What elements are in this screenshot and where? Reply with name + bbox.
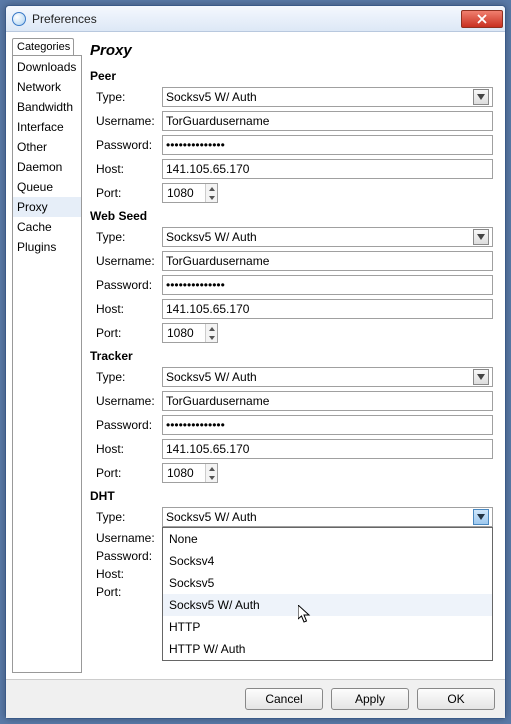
dialog-footer: Cancel Apply OK (6, 679, 505, 718)
sidebar-item-proxy[interactable]: Proxy (13, 197, 81, 217)
peer-type-value: Socksv5 W/ Auth (166, 90, 257, 104)
spin-down-icon[interactable] (206, 333, 217, 342)
ok-button[interactable]: OK (417, 688, 495, 710)
spin-down-icon[interactable] (206, 193, 217, 202)
dht-type-select[interactable]: Socksv5 W/ Auth None Socksv4 Socksv5 Soc… (162, 507, 493, 527)
webseed-port-value[interactable] (163, 324, 205, 342)
chevron-down-icon (473, 229, 489, 245)
dht-option-socksv5[interactable]: Socksv5 (163, 572, 492, 594)
sidebar: Categories Downloads Network Bandwidth I… (12, 38, 82, 673)
peer-port-value[interactable] (163, 184, 205, 202)
form-peer: Type: Socksv5 W/ Auth Username: Password… (90, 85, 495, 205)
chevron-down-icon (473, 509, 489, 525)
sidebar-item-queue[interactable]: Queue (13, 177, 81, 197)
spin-up-icon[interactable] (206, 464, 217, 473)
close-button[interactable] (461, 10, 503, 28)
sidebar-item-downloads[interactable]: Downloads (13, 57, 81, 77)
tracker-type-select[interactable]: Socksv5 W/ Auth (162, 367, 493, 387)
label-host: Host: (90, 157, 160, 181)
sidebar-heading: Categories (12, 38, 74, 55)
webseed-host-input[interactable] (162, 299, 493, 319)
peer-username-input[interactable] (162, 111, 493, 131)
webseed-username-input[interactable] (162, 251, 493, 271)
panel-title: Proxy (90, 42, 495, 59)
section-title-dht: DHT (90, 489, 495, 503)
webseed-port-spinner[interactable] (162, 323, 218, 343)
dht-option-none[interactable]: None (163, 528, 492, 550)
form-tracker: Type: Socksv5 W/ Auth Username: Password… (90, 365, 495, 485)
dht-option-socksv5auth[interactable]: Socksv5 W/ Auth (163, 594, 492, 616)
sidebar-item-daemon[interactable]: Daemon (13, 157, 81, 177)
window-title: Preferences (32, 12, 461, 26)
webseed-type-select[interactable]: Socksv5 W/ Auth (162, 227, 493, 247)
dht-option-httpauth[interactable]: HTTP W/ Auth (163, 638, 492, 660)
sidebar-item-cache[interactable]: Cache (13, 217, 81, 237)
chevron-down-icon (473, 89, 489, 105)
content-panel: Proxy Peer Type: Socksv5 W/ Auth Usernam… (86, 38, 499, 673)
spin-up-icon[interactable] (206, 324, 217, 333)
cancel-button[interactable]: Cancel (245, 688, 323, 710)
spin-up-icon[interactable] (206, 184, 217, 193)
sidebar-item-plugins[interactable]: Plugins (13, 237, 81, 257)
peer-port-spinner[interactable] (162, 183, 218, 203)
section-title-tracker: Tracker (90, 349, 495, 363)
label-username: Username: (90, 109, 160, 133)
dht-option-socksv4[interactable]: Socksv4 (163, 550, 492, 572)
dht-type-dropdown: None Socksv4 Socksv5 Socksv5 W/ Auth HTT… (162, 527, 493, 661)
dialog-body: Categories Downloads Network Bandwidth I… (6, 32, 505, 679)
peer-host-input[interactable] (162, 159, 493, 179)
tracker-password-input[interactable] (162, 415, 493, 435)
tracker-port-spinner[interactable] (162, 463, 218, 483)
label-port: Port: (90, 181, 160, 205)
close-icon (477, 14, 487, 24)
label-type: Type: (90, 85, 160, 109)
dht-option-http[interactable]: HTTP (163, 616, 492, 638)
label-password: Password: (90, 133, 160, 157)
chevron-down-icon (473, 369, 489, 385)
form-dht: Type: Socksv5 W/ Auth None Socksv4 Socks… (90, 505, 495, 601)
tracker-port-value[interactable] (163, 464, 205, 482)
sidebar-item-interface[interactable]: Interface (13, 117, 81, 137)
sidebar-list: Downloads Network Bandwidth Interface Ot… (12, 55, 82, 673)
webseed-password-input[interactable] (162, 275, 493, 295)
tracker-username-input[interactable] (162, 391, 493, 411)
peer-password-input[interactable] (162, 135, 493, 155)
sidebar-item-bandwidth[interactable]: Bandwidth (13, 97, 81, 117)
section-title-webseed: Web Seed (90, 209, 495, 223)
spin-down-icon[interactable] (206, 473, 217, 482)
titlebar: Preferences (6, 6, 505, 32)
sidebar-item-network[interactable]: Network (13, 77, 81, 97)
apply-button[interactable]: Apply (331, 688, 409, 710)
app-icon (12, 12, 26, 26)
webseed-type-value: Socksv5 W/ Auth (166, 230, 257, 244)
peer-type-select[interactable]: Socksv5 W/ Auth (162, 87, 493, 107)
sidebar-item-other[interactable]: Other (13, 137, 81, 157)
section-title-peer: Peer (90, 69, 495, 83)
tracker-type-value: Socksv5 W/ Auth (166, 370, 257, 384)
tracker-host-input[interactable] (162, 439, 493, 459)
preferences-window: Preferences Categories Downloads Network… (5, 5, 506, 719)
dht-type-value: Socksv5 W/ Auth (166, 510, 257, 524)
form-webseed: Type: Socksv5 W/ Auth Username: Password… (90, 225, 495, 345)
